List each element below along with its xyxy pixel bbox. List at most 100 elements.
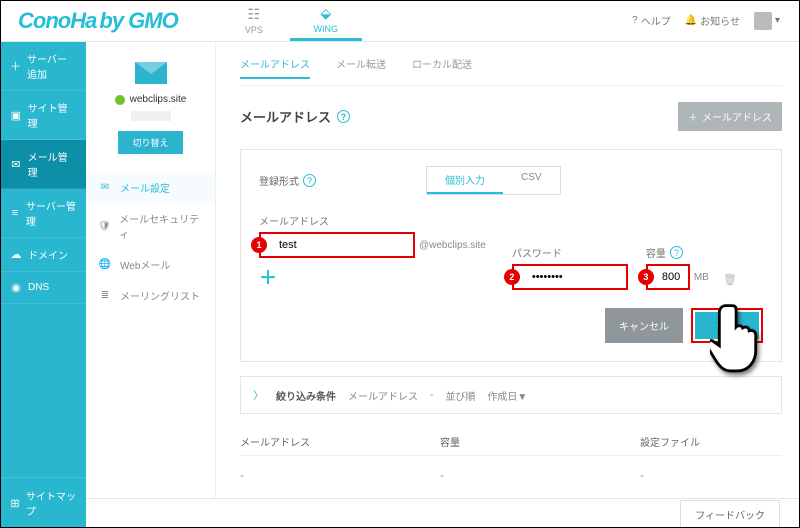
chevron-down-icon: ▾ [775, 15, 780, 26]
trash-icon: 🗑 [723, 274, 737, 286]
address-input[interactable] [259, 232, 415, 258]
cancel-button[interactable]: キャンセル [605, 308, 683, 343]
sitemap-label: サイトマップ [26, 488, 76, 518]
delete-row-button[interactable]: 🗑 [723, 273, 737, 290]
sidebar-item-dns[interactable]: ◉DNS [0, 272, 86, 304]
divider [240, 85, 782, 86]
logo-text: ConoHa [18, 8, 96, 33]
domain-sub [131, 111, 171, 121]
registration-label: 登録形式? [259, 173, 316, 188]
tab-wing-label: WING [313, 24, 338, 34]
top-tabs: ☷ VPS ⬙ WING [218, 0, 362, 41]
sidebar-item-server-manage[interactable]: ≡サーバー管理 [0, 189, 86, 238]
reg-label-text: 登録形式 [259, 173, 299, 188]
sidebar-item-domain[interactable]: ☁ドメイン [0, 238, 86, 272]
add-mail-button[interactable]: ＋ メールアドレス [678, 102, 782, 131]
inner-tab-local[interactable]: ローカル配送 [412, 56, 472, 79]
subnav-label: メール設定 [120, 180, 170, 195]
add-row-button[interactable]: ＋ [259, 264, 486, 290]
wing-icon: ⬙ [320, 5, 331, 22]
table-row: - - - [240, 455, 782, 496]
logo: ConoHa by GMO [18, 8, 178, 34]
sidebar-item-mail-manage[interactable]: ✉ メール管理 [0, 140, 86, 189]
address-suffix: @webclips.site [419, 240, 486, 251]
field-capacity: 容量? 3 MB [646, 245, 709, 290]
password-input[interactable] [512, 264, 628, 290]
subnav-label: メールセキュリティ [119, 211, 203, 241]
seg-individual[interactable]: 個別入力 [427, 167, 503, 194]
subnav-label: メーリングリスト [120, 288, 200, 303]
sidebar-item-add-server[interactable]: ＋サーバー追加 [0, 42, 86, 91]
step-badge-1: 1 [251, 237, 267, 253]
mail-icon: ✉ [98, 182, 112, 193]
list-icon: ≣ [98, 290, 112, 301]
filter-field: メールアドレス [348, 388, 418, 403]
sitemap-icon: ⊞ [10, 497, 20, 510]
mail-icon: ✉ [10, 158, 22, 171]
seg-csv[interactable]: CSV [503, 167, 560, 194]
subnav-mail-settings[interactable]: ✉ メール設定 [86, 172, 215, 203]
format-segment: 個別入力 CSV [426, 166, 561, 195]
header-right: ?ヘルプ 🔔お知らせ ▾ [632, 12, 780, 30]
save-button[interactable]: 保存 [695, 312, 759, 339]
filter-order: 作成日▼ [487, 388, 527, 403]
field-address: メールアドレス 1 @webclips.site ＋ [259, 213, 486, 290]
plus-icon: ＋ [688, 109, 698, 124]
capacity-input-wrap: 3 MB [646, 264, 709, 290]
shield-icon: 🛡 [98, 221, 111, 232]
subnav-mail-security[interactable]: 🛡 メールセキュリティ [86, 203, 215, 249]
sidebar-label: メール管理 [28, 149, 76, 179]
inner-tab-forward[interactable]: メール転送 [336, 56, 386, 79]
sidebar-item-site-manage[interactable]: ▣サイト管理 [0, 91, 86, 140]
sidebar-label: DNS [28, 282, 49, 293]
create-form-card: 登録形式? 個別入力 CSV メールアドレス 1 @webclips.site … [240, 149, 782, 362]
button-row: キャンセル 保存 [259, 308, 763, 343]
field-password: パスワード 2 [512, 245, 628, 290]
mail-large-icon [135, 62, 167, 84]
help-icon[interactable]: ? [303, 174, 316, 187]
sidebar-label: ドメイン [28, 247, 68, 262]
address-input-wrap: 1 @webclips.site [259, 232, 486, 258]
help-icon[interactable]: ? [670, 246, 683, 259]
tab-vps-label: VPS [245, 25, 263, 35]
feedback-button[interactable]: フィードバック [680, 500, 780, 528]
inner-tabs: メールアドレス メール転送 ローカル配送 [240, 42, 782, 85]
subnav-label: Webメール [120, 257, 170, 272]
logo-sub: by GMO [99, 8, 177, 33]
add-mail-label: メールアドレス [702, 109, 772, 124]
inner-tab-address[interactable]: メールアドレス [240, 56, 310, 79]
notice-label: お知らせ [700, 13, 740, 28]
filter-bar[interactable]: 〉 絞り込み条件 メールアドレス - 並び順 作成日▼ [240, 376, 782, 414]
capacity-unit: MB [694, 272, 709, 283]
help-icon[interactable]: ? [337, 110, 350, 123]
cell-config: - [640, 470, 782, 482]
filter-sort: 並び順 [445, 388, 475, 403]
tab-vps[interactable]: ☷ VPS [218, 0, 290, 41]
footer: フィードバック [86, 498, 800, 528]
domain-text: webclips.site [130, 94, 187, 105]
status-dot-icon [115, 95, 125, 105]
subnav-webmail[interactable]: 🌐 Webメール [86, 249, 215, 280]
cell-address: - [240, 470, 440, 482]
cap-label-text: 容量 [646, 245, 666, 260]
capacity-label: 容量? [646, 245, 709, 260]
sitemap-link[interactable]: ⊞ サイトマップ [0, 477, 86, 528]
sidebar-label: サーバー管理 [26, 198, 76, 228]
user-menu[interactable]: ▾ [754, 12, 780, 30]
main: メールアドレス メール転送 ローカル配送 メールアドレス? ＋ メールアドレス 登… [216, 42, 800, 498]
th-capacity: 容量 [440, 434, 640, 449]
question-icon: ? [632, 15, 638, 26]
switch-button[interactable]: 切り替え [118, 131, 182, 154]
chevron-right-icon: 〉 [253, 387, 264, 403]
page-title-text: メールアドレス [240, 107, 331, 126]
notice-link[interactable]: 🔔お知らせ [685, 13, 740, 28]
help-link[interactable]: ?ヘルプ [632, 13, 671, 28]
th-config: 設定ファイル [640, 434, 782, 449]
title-row: メールアドレス? ＋ メールアドレス [240, 102, 782, 131]
subnav-mailing-list[interactable]: ≣ メーリングリスト [86, 280, 215, 311]
save-highlight: 保存 [691, 308, 763, 343]
tab-wing[interactable]: ⬙ WING [290, 0, 362, 41]
filter-sep: - [430, 390, 433, 401]
globe-icon: 🌐 [98, 259, 112, 270]
domain-panel: webclips.site 切り替え ✉ メール設定 🛡 メールセキュリティ 🌐 We… [86, 42, 216, 498]
